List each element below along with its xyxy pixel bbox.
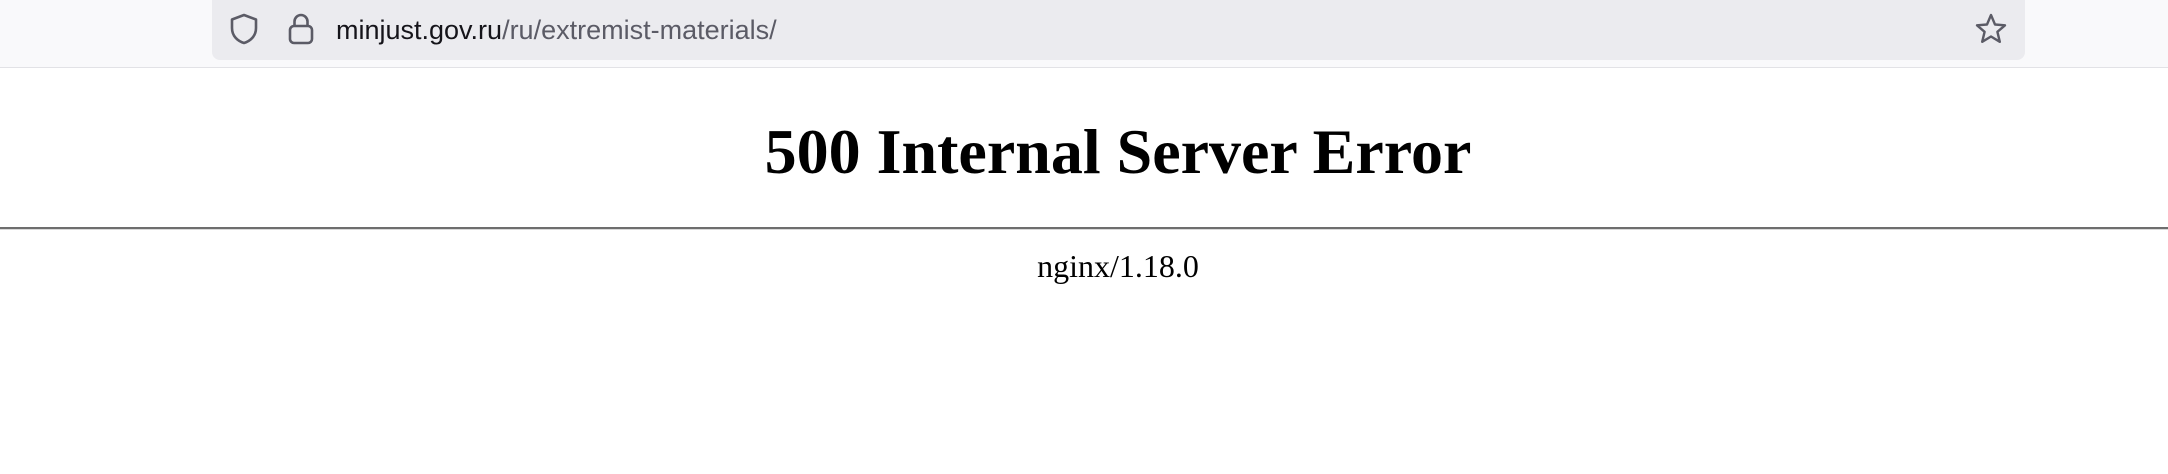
browser-toolbar: minjust.gov.ru/ru/extremist-materials/: [0, 0, 2168, 68]
address-bar[interactable]: minjust.gov.ru/ru/extremist-materials/: [212, 0, 2025, 60]
lock-icon[interactable]: [283, 11, 319, 47]
url-host: minjust.gov.ru: [336, 15, 503, 45]
url-text[interactable]: minjust.gov.ru/ru/extremist-materials/: [336, 12, 777, 48]
server-signature: nginx/1.18.0: [1037, 248, 1199, 284]
error-title: 500 Internal Server Error: [764, 116, 1472, 187]
url-path: /ru/extremist-materials/: [502, 15, 777, 45]
horizontal-rule: [0, 227, 2168, 230]
star-icon[interactable]: [1973, 11, 2009, 47]
shield-icon[interactable]: [226, 11, 262, 47]
